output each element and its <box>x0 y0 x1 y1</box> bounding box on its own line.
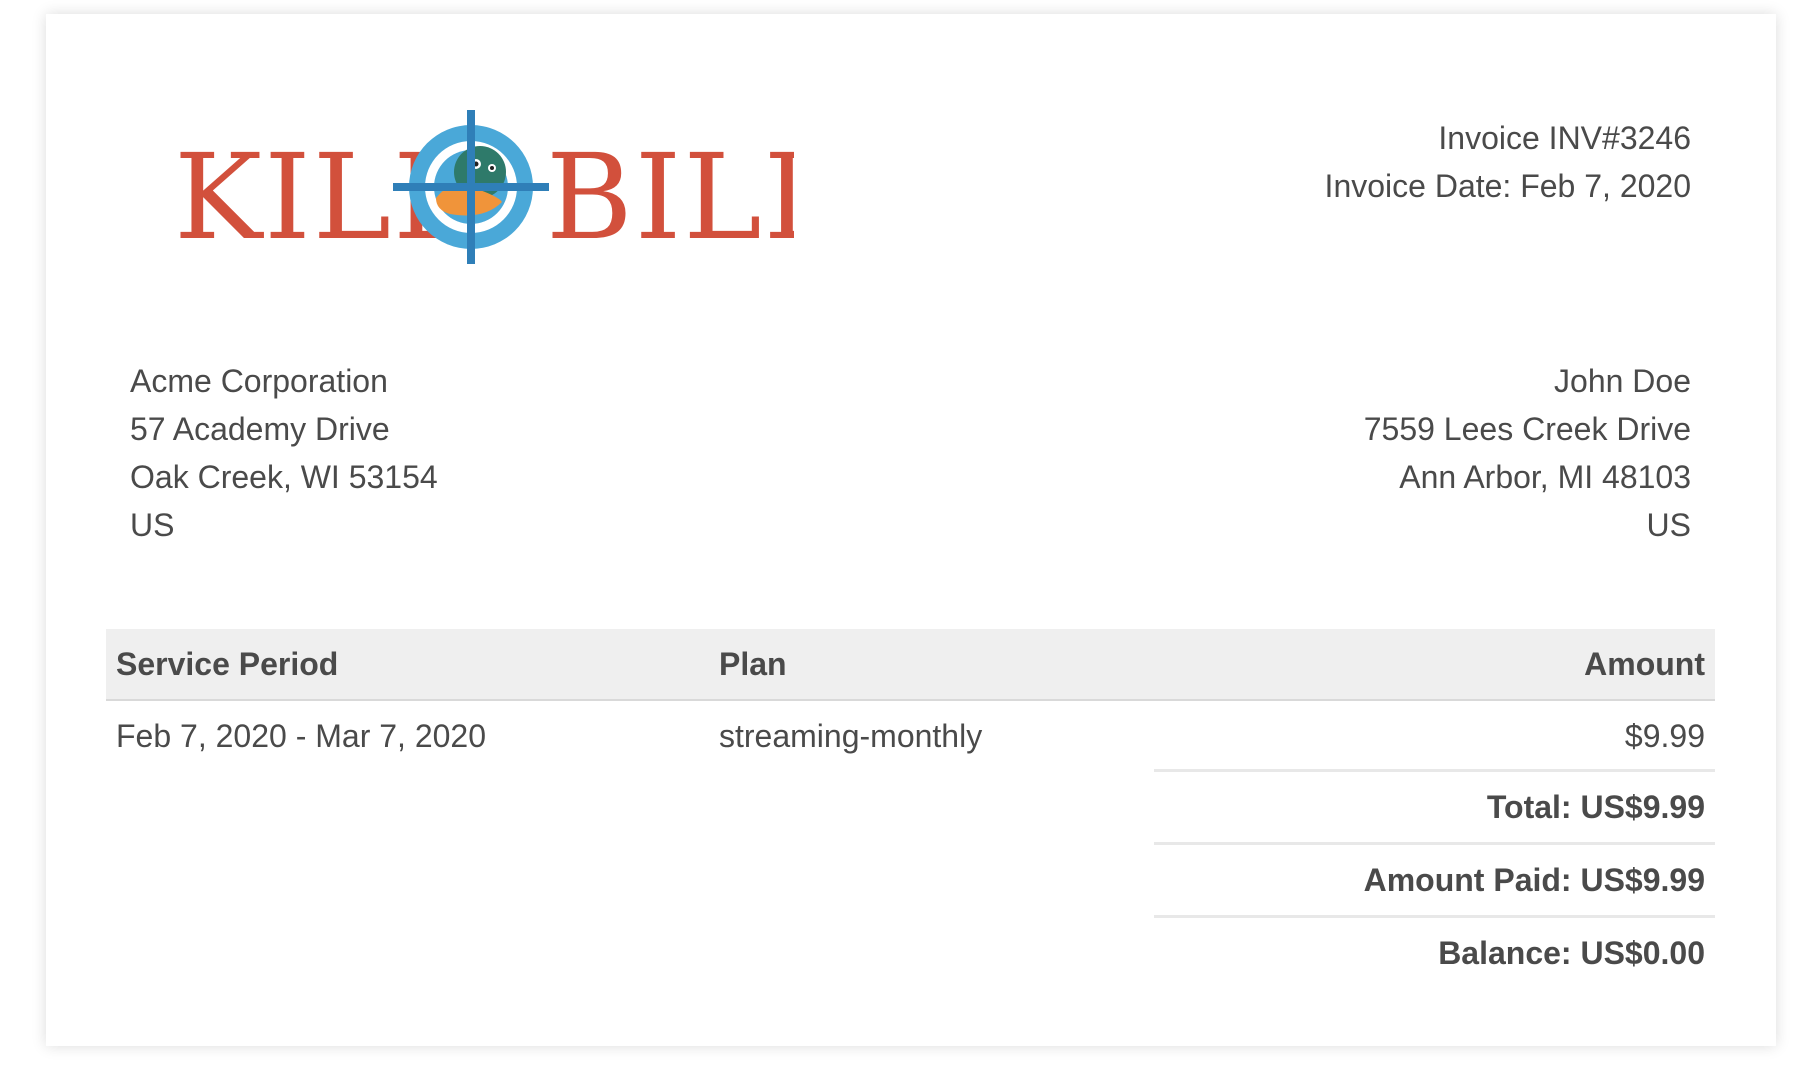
balance-due: Balance: US$0.00 <box>1154 915 1715 988</box>
header-plan: Plan <box>719 645 787 682</box>
invoice-meta: Invoice INV#3246 Invoice Date: Feb 7, 20… <box>1325 114 1691 210</box>
row-plan: streaming-monthly <box>719 717 983 754</box>
amount-paid: Amount Paid: US$9.99 <box>1154 842 1715 915</box>
total-amount: Total: US$9.99 <box>1154 769 1715 842</box>
customer-address: John Doe 7559 Lees Creek Drive Ann Arbor… <box>1364 357 1691 549</box>
seller-city: Oak Creek, WI 53154 <box>130 459 438 495</box>
invoice-number: Invoice INV#3246 <box>1438 120 1691 156</box>
seller-country: US <box>130 507 175 543</box>
table-header: Service Period Plan Amount <box>106 629 1715 701</box>
table-row: Feb 7, 2020 - Mar 7, 2020 streaming-mont… <box>106 701 1715 771</box>
seller-name: Acme Corporation <box>130 363 388 399</box>
invoice-card: KILL BILL Invoice INV#3246 Invoice Date:… <box>46 14 1776 1046</box>
invoice-date: Invoice Date: Feb 7, 2020 <box>1324 168 1691 204</box>
totals-section: Total: US$9.99 Amount Paid: US$9.99 Bala… <box>1154 769 1715 988</box>
customer-country: US <box>1646 507 1691 543</box>
killbill-logo: KILL BILL <box>174 110 794 270</box>
header-amount: Amount <box>1584 645 1705 682</box>
logo-text-bill: BILL <box>546 128 794 266</box>
row-service-period: Feb 7, 2020 - Mar 7, 2020 <box>116 717 486 754</box>
seller-street: 57 Academy Drive <box>130 411 390 447</box>
customer-name: John Doe <box>1554 363 1691 399</box>
customer-street: 7559 Lees Creek Drive <box>1363 411 1691 447</box>
header-service-period: Service Period <box>116 645 339 682</box>
customer-city: Ann Arbor, MI 48103 <box>1399 459 1691 495</box>
seller-address: Acme Corporation 57 Academy Drive Oak Cr… <box>130 357 438 549</box>
row-amount: $9.99 <box>1624 717 1705 754</box>
invoice-items-table: Service Period Plan Amount Feb 7, 2020 -… <box>106 629 1715 771</box>
